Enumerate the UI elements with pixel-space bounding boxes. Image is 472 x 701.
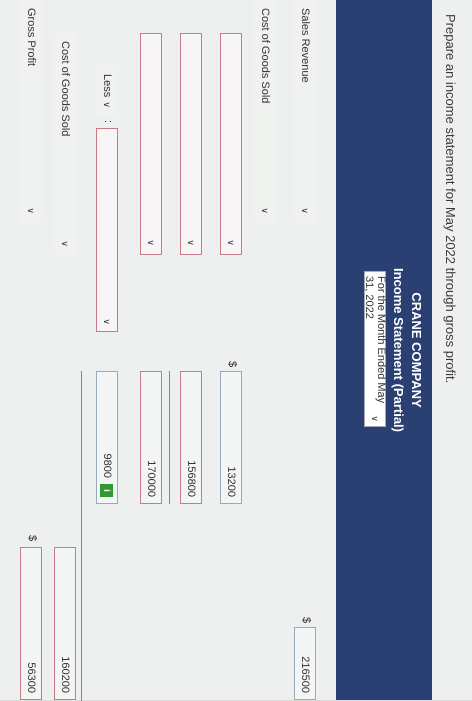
subtotal-rule — [169, 371, 170, 504]
chevron-down-icon: ∨ — [260, 207, 271, 214]
line-item-amount-2[interactable]: 156800 — [180, 371, 202, 504]
info-icon[interactable]: i — [100, 484, 114, 497]
less-amount-value: 9800 — [101, 453, 113, 478]
period-select[interactable]: For the Month Ended May 31, 2022 ∨ — [363, 271, 387, 427]
line-item-select-1[interactable]: ∨ — [220, 33, 242, 255]
sales-revenue-select[interactable]: Sales Revenue ∨ — [294, 0, 316, 222]
less-label: Less — [101, 74, 113, 98]
line-item-select-3[interactable]: ∨ — [140, 33, 162, 255]
less-item-select[interactable]: ∨ — [96, 128, 118, 332]
sales-revenue-amount[interactable]: 216500 — [294, 627, 316, 700]
chevron-down-icon: ∨ — [60, 240, 71, 247]
instruction-text: Prepare an income statement for May 2022… — [443, 14, 458, 384]
less-operator: : — [102, 120, 114, 124]
total-rule — [81, 371, 82, 701]
chevron-down-icon: ∨ — [300, 207, 311, 214]
chevron-down-icon: ∨ — [186, 239, 197, 246]
gross-profit-amount[interactable]: 56300 — [20, 547, 42, 700]
chevron-down-icon: ∨ — [102, 318, 113, 325]
income-statement-form: Prepare an income statement for May 2022… — [0, 0, 472, 701]
cost-of-goods-sold-total-label: Cost of Goods Sold — [59, 41, 71, 137]
less-amount[interactable]: 9800 i — [96, 371, 118, 504]
cost-of-goods-sold-total-select[interactable]: Cost of Goods Sold ∨ — [54, 33, 76, 255]
chevron-down-icon: ∨ — [226, 239, 237, 246]
gross-profit-label: Gross Profit — [25, 8, 37, 67]
statement-title: Income Statement (Partial) — [391, 268, 406, 432]
cost-of-goods-sold-total-amount[interactable]: 160200 — [54, 547, 76, 700]
gross-profit-select[interactable]: Gross Profit ∨ — [20, 0, 42, 222]
chevron-down-icon: ∨ — [102, 101, 113, 108]
line-item-amount-3[interactable]: 170000 — [140, 371, 162, 504]
chevron-down-icon: ∨ — [146, 239, 157, 246]
dollar-sign: $ — [26, 535, 38, 542]
line-item-select-2[interactable]: ∨ — [180, 33, 202, 255]
period-select-label: For the Month Ended May 31, 2022 — [363, 276, 387, 404]
chevron-down-icon: ∨ — [26, 207, 37, 214]
company-name: CRANE COMPANY — [409, 292, 424, 408]
chevron-down-icon: ∨ — [370, 415, 381, 422]
dollar-sign: $ — [300, 617, 312, 624]
dollar-sign: $ — [226, 361, 238, 368]
cost-of-goods-sold-label: Cost of Goods Sold — [259, 8, 271, 104]
statement-header: CRANE COMPANY Income Statement (Partial)… — [336, 0, 432, 700]
less-select[interactable]: Less ∨ — [96, 66, 118, 116]
cost-of-goods-sold-select[interactable]: Cost of Goods Sold ∨ — [254, 0, 276, 222]
line-item-amount-1[interactable]: 13200 — [220, 371, 242, 504]
sales-revenue-label: Sales Revenue — [299, 8, 311, 83]
